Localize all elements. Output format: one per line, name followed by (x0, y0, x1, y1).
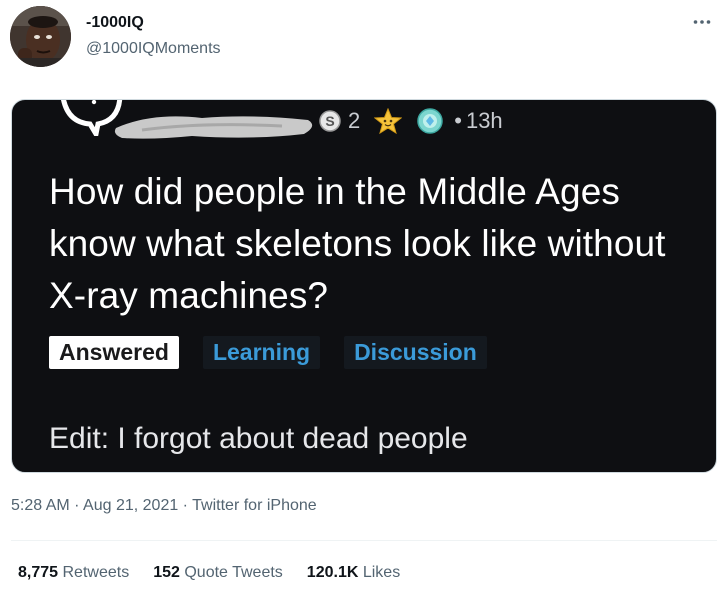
diamond-award-icon (417, 108, 443, 134)
more-dots-icon (693, 20, 711, 24)
avatar-image (10, 6, 71, 67)
display-name[interactable]: -1000IQ (86, 14, 144, 32)
likes-label: Likes (362, 564, 401, 581)
star-award-icon (374, 108, 403, 134)
flair-row: Answered Learning Discussion (49, 336, 487, 369)
post-edit-note: Edit: I forgot about dead people (49, 422, 468, 455)
flair-answered: Answered (49, 336, 179, 369)
more-button[interactable] (690, 10, 714, 34)
engagement-stats: 8,775 Retweets 152 Quote Tweets 120.1K L… (18, 564, 400, 582)
retweets-label: Retweets (62, 564, 130, 581)
redacted-username (114, 116, 313, 139)
tweet-media[interactable]: S 2 • 13h How did people in the Middle A… (11, 99, 717, 473)
post-time: 13h (465, 108, 503, 133)
quotes-count: 152 (153, 564, 180, 581)
retweets-stat[interactable]: 8,775 Retweets (18, 564, 129, 582)
handle[interactable]: @1000IQMoments (86, 40, 221, 58)
likes-stat[interactable]: 120.1K Likes (307, 564, 400, 582)
flair-learning: Learning (202, 336, 321, 369)
silver-award: S (318, 109, 342, 133)
divider (11, 540, 717, 541)
quotes-stat[interactable]: 152 Quote Tweets (153, 564, 283, 582)
tweet: -1000IQ @1000IQMoments S 2 • 13h How did… (0, 0, 728, 592)
likes-count: 120.1K (306, 564, 359, 581)
quotes-label: Quote Tweets (184, 564, 283, 581)
post-meta: S 2 • 13h (318, 106, 503, 136)
tweet-timestamp[interactable]: 5:28 AM · Aug 21, 2021 · Twitter for iPh… (11, 497, 317, 515)
silver-award-icon: S (319, 110, 341, 132)
post-title: How did people in the Middle Ages know w… (49, 171, 666, 316)
post-time-separator: • (454, 108, 462, 133)
diamond-award (416, 107, 444, 135)
silver-award-count: 2 (348, 108, 361, 133)
svg-text:S: S (325, 113, 334, 129)
avatar[interactable] (10, 6, 71, 67)
star-award (374, 108, 403, 134)
retweets-count: 8,775 (18, 564, 59, 581)
flair-discussion: Discussion (344, 336, 487, 369)
